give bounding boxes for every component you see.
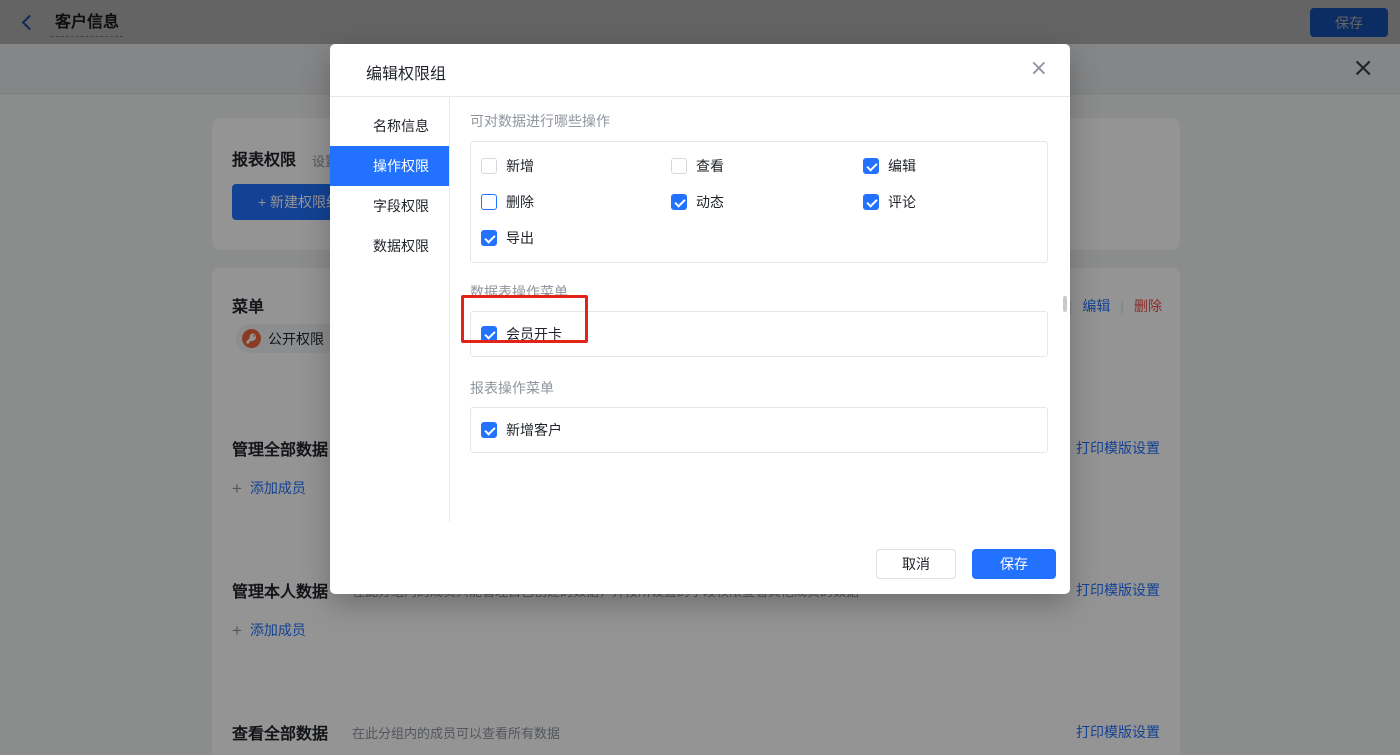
checkbox[interactable] — [481, 326, 497, 342]
checkbox[interactable] — [671, 158, 687, 174]
checkbox[interactable] — [481, 158, 497, 174]
operations-section-label: 可对数据进行哪些操作 — [470, 113, 610, 129]
checkbox[interactable] — [481, 422, 497, 438]
checkbox[interactable] — [863, 194, 879, 210]
report-menu-checkbox-group: 新增客户 — [470, 407, 1048, 453]
app-window: 客户信息 保存 × 报表权限 设置 + 新建权限组 菜单 | 编辑 | 删除 公开权限… — [0, 0, 1400, 755]
checkbox-item: 编辑 — [863, 148, 1047, 184]
checkbox-item: 查看 — [671, 148, 863, 184]
tab-field-permission[interactable]: 字段权限 — [330, 186, 449, 226]
dialog-side-tabs: 名称信息 操作权限 字段权限 数据权限 — [330, 97, 450, 522]
table-menu-checkbox-group: 会员开卡 — [470, 311, 1048, 357]
dialog-main: 可对数据进行哪些操作 新增 查看 编辑 删除 动态 评论 导出 数据表操作菜单 … — [450, 97, 1070, 522]
checkbox-item: 新增客户 — [481, 412, 562, 448]
tab-operation-permission[interactable]: 操作权限 — [330, 146, 449, 186]
checkbox[interactable] — [481, 194, 497, 210]
report-menu-section-label: 报表操作菜单 — [470, 380, 554, 396]
checkbox[interactable] — [863, 158, 879, 174]
checkbox[interactable] — [481, 230, 497, 246]
save-button[interactable]: 保存 — [972, 549, 1056, 579]
checkbox-item: 新增 — [481, 148, 671, 184]
dialog-header: 编辑权限组 × — [330, 44, 1070, 97]
checkbox-item: 动态 — [671, 184, 863, 220]
tab-data-permission[interactable]: 数据权限 — [330, 226, 449, 266]
checkbox-item: 评论 — [863, 184, 1047, 220]
checkbox-item: 删除 — [481, 184, 671, 220]
checkbox-item: 导出 — [481, 220, 671, 256]
checkbox[interactable] — [671, 194, 687, 210]
dialog-close-icon[interactable]: × — [1030, 56, 1048, 81]
table-menu-section-label: 数据表操作菜单 — [470, 284, 568, 300]
cancel-button[interactable]: 取消 — [876, 549, 956, 579]
modal-scrollbar-thumb[interactable] — [1063, 296, 1067, 312]
edit-permission-group-dialog: 编辑权限组 × 名称信息 操作权限 字段权限 数据权限 可对数据进行哪些操作 新… — [330, 44, 1070, 594]
operations-checkbox-group: 新增 查看 编辑 删除 动态 评论 导出 — [470, 141, 1048, 263]
topbar-dim-overlay — [0, 0, 1400, 44]
checkbox-item: 会员开卡 — [481, 316, 562, 352]
dialog-title: 编辑权限组 — [366, 66, 447, 83]
dialog-footer: 取消 保存 — [330, 522, 1070, 594]
tab-name-info[interactable]: 名称信息 — [330, 106, 449, 146]
dialog-body: 名称信息 操作权限 字段权限 数据权限 可对数据进行哪些操作 新增 查看 编辑 … — [330, 97, 1070, 522]
